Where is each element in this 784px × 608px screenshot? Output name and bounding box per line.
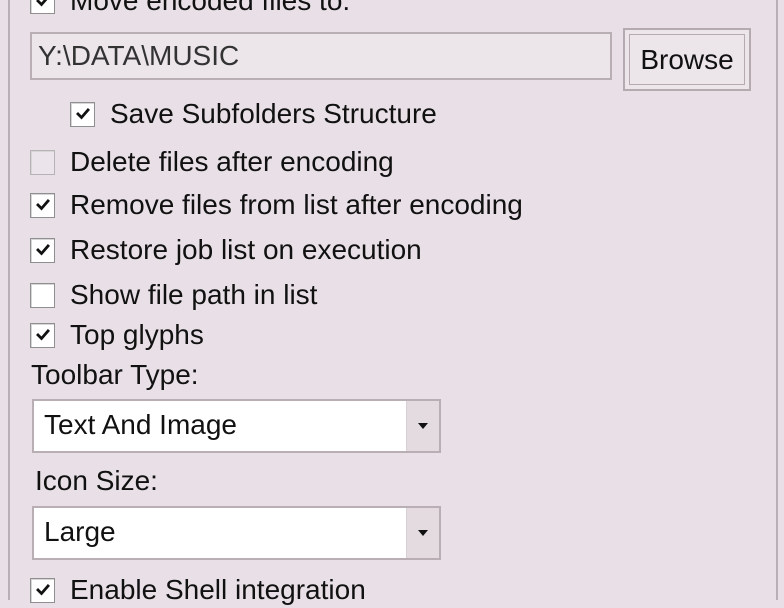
- restore-job-list-label: Restore job list on execution: [70, 234, 422, 265]
- enable-shell-checkbox-row[interactable]: Enable Shell integration: [30, 572, 366, 608]
- toolbar-type-dropdown-button[interactable]: [406, 401, 439, 451]
- move-encoded-checkbox[interactable]: [30, 0, 55, 14]
- top-glyphs-checkbox-row[interactable]: Top glyphs: [30, 317, 204, 353]
- show-file-path-checkbox-row[interactable]: Show file path in list: [30, 277, 317, 313]
- check-icon: [75, 108, 90, 120]
- remove-files-checkbox[interactable]: [30, 192, 55, 218]
- check-icon: [35, 199, 50, 211]
- icon-size-dropdown[interactable]: Large: [32, 506, 441, 560]
- move-encoded-path-field[interactable]: Y:\DATA\MUSIC: [30, 32, 612, 80]
- move-encoded-checkbox-row[interactable]: Move encoded files to:: [30, 0, 350, 19]
- icon-size-dropdown-button[interactable]: [406, 508, 439, 558]
- delete-files-label: Delete files after encoding: [70, 146, 394, 177]
- browse-button-focus-frame: [629, 34, 745, 85]
- save-subfolders-checkbox-row[interactable]: Save Subfolders Structure: [70, 96, 437, 132]
- show-file-path-label: Show file path in list: [70, 279, 318, 310]
- chevron-down-icon: [418, 530, 428, 536]
- check-icon: [35, 0, 47, 7]
- remove-files-label: Remove files from list after encoding: [70, 189, 523, 220]
- toolbar-type-dropdown[interactable]: Text And Image: [32, 399, 441, 453]
- restore-job-list-checkbox-row[interactable]: Restore job list on execution: [30, 232, 422, 268]
- icon-size-value: Large: [44, 516, 116, 547]
- browse-button[interactable]: Browse: [623, 28, 751, 91]
- check-icon: [35, 329, 50, 341]
- toolbar-type-value: Text And Image: [44, 409, 238, 440]
- move-encoded-label: Move encoded files to:: [70, 0, 351, 16]
- chevron-down-icon: [418, 423, 428, 429]
- top-glyphs-checkbox[interactable]: [30, 322, 55, 348]
- enable-shell-checkbox[interactable]: [30, 577, 55, 603]
- toolbar-type-label: Toolbar Type:: [31, 359, 199, 390]
- save-subfolders-label: Save Subfolders Structure: [110, 98, 437, 129]
- show-file-path-checkbox[interactable]: [30, 282, 55, 308]
- options-panel: Move encoded files to: Y:\DATA\MUSIC Bro…: [0, 0, 784, 604]
- delete-files-checkbox-row[interactable]: Delete files after encoding: [30, 144, 394, 180]
- check-icon: [35, 244, 50, 256]
- remove-files-checkbox-row[interactable]: Remove files from list after encoding: [30, 187, 523, 223]
- left-border: [8, 0, 10, 600]
- restore-job-list-checkbox[interactable]: [30, 237, 55, 263]
- delete-files-checkbox[interactable]: [30, 149, 55, 175]
- icon-size-label: Icon Size:: [35, 465, 158, 496]
- check-icon: [35, 584, 50, 596]
- top-glyphs-label: Top glyphs: [70, 319, 204, 350]
- right-border: [776, 0, 778, 600]
- save-subfolders-checkbox[interactable]: [70, 101, 95, 127]
